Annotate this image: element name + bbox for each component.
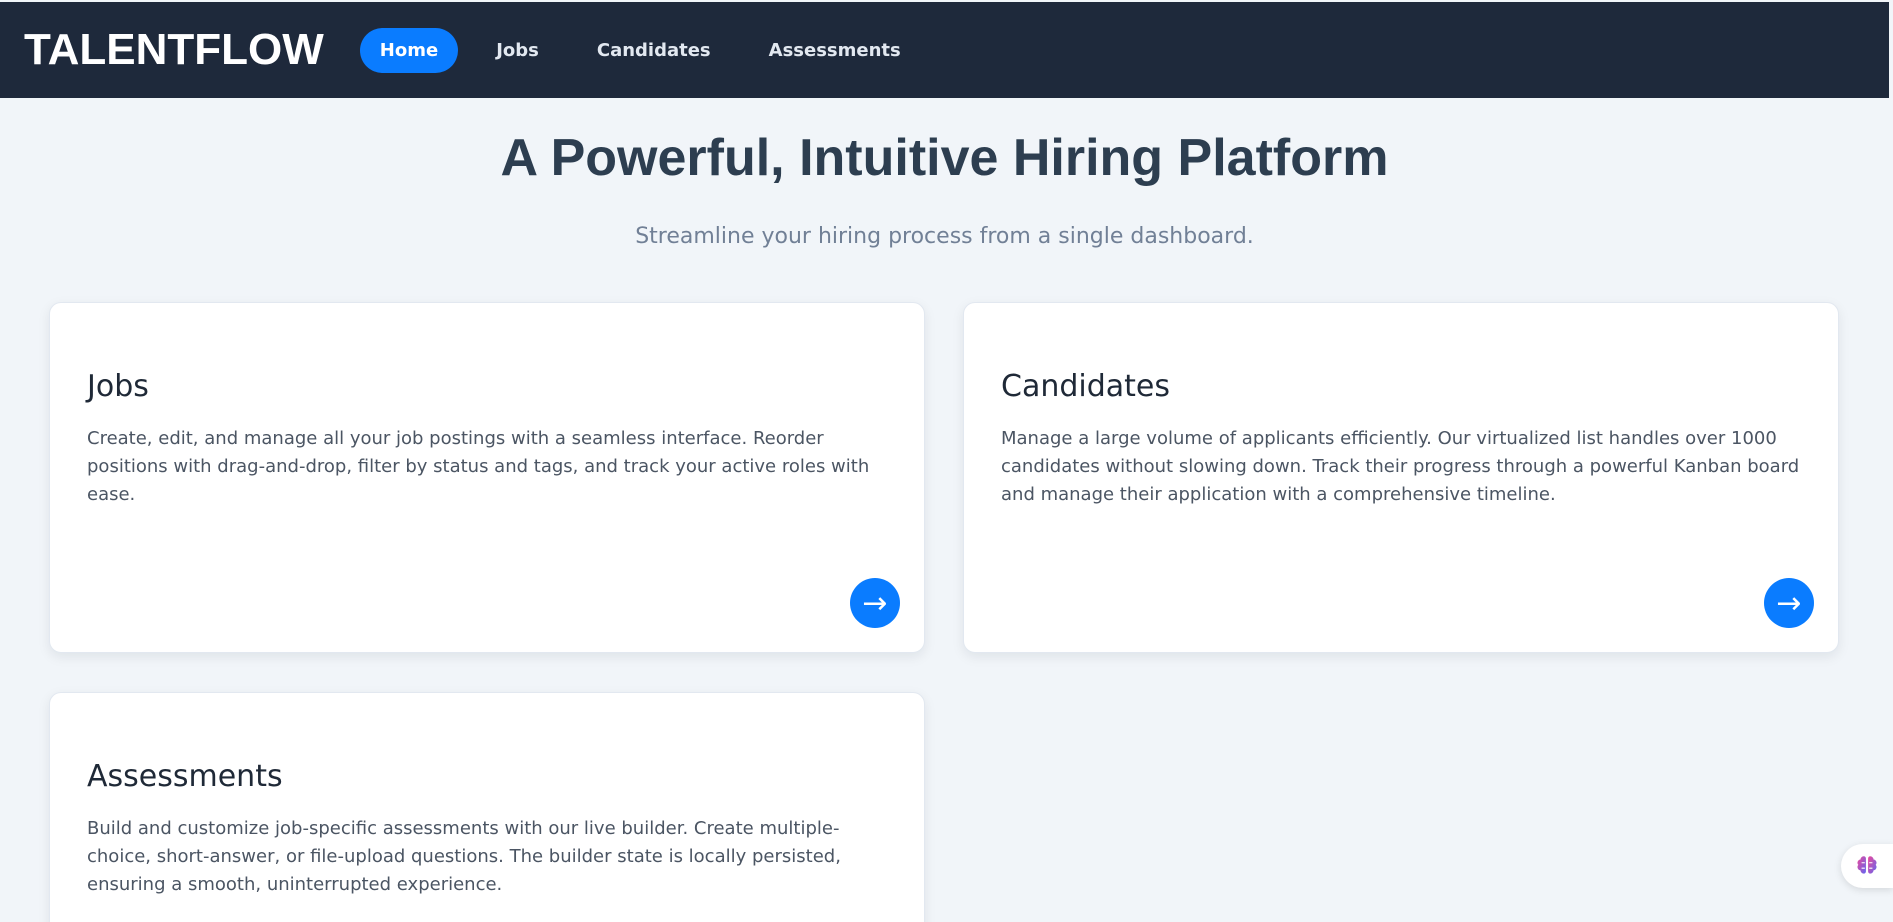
candidates-card-description: Manage a large volume of applicants effi… <box>1001 428 1800 505</box>
candidates-card[interactable]: Candidates Manage a large volume of appl… <box>963 302 1839 653</box>
page: TALENTFLOW Home Jobs Candidates Assessme… <box>0 0 1893 922</box>
arrow-right-icon: → <box>862 585 888 621</box>
brain-icon <box>1857 856 1877 874</box>
assessments-card-title: Assessments <box>87 759 283 794</box>
jobs-card[interactable]: Jobs Create, edit, and manage all your j… <box>49 302 925 653</box>
jobs-arrow-button[interactable]: → <box>850 578 900 628</box>
assessments-card-description: Build and customize job-specific assessm… <box>87 818 841 895</box>
nav-item-jobs[interactable]: Jobs <box>476 28 559 73</box>
hero-subtitle: Streamline your hiring process from a si… <box>635 224 1254 249</box>
arrow-right-icon: → <box>1776 585 1802 621</box>
hero-title: A Powerful, Intuitive Hiring Platform <box>500 129 1389 187</box>
navbar: TALENTFLOW Home Jobs Candidates Assessme… <box>0 2 1889 98</box>
candidates-arrow-button[interactable]: → <box>1764 578 1814 628</box>
assessments-card[interactable]: Assessments Build and customize job-spec… <box>49 692 925 922</box>
assistant-widget-button[interactable] <box>1841 844 1893 888</box>
candidates-card-title: Candidates <box>1001 369 1170 404</box>
nav-item-home[interactable]: Home <box>359 27 459 73</box>
nav-links: Home Jobs Candidates Assessments <box>359 27 939 73</box>
jobs-card-description: Create, edit, and manage all your job po… <box>87 428 870 505</box>
nav-item-candidates[interactable]: Candidates <box>577 28 731 73</box>
jobs-card-title: Jobs <box>87 369 149 404</box>
brand-logo[interactable]: TALENTFLOW <box>24 25 324 75</box>
nav-item-assessments[interactable]: Assessments <box>749 28 921 73</box>
